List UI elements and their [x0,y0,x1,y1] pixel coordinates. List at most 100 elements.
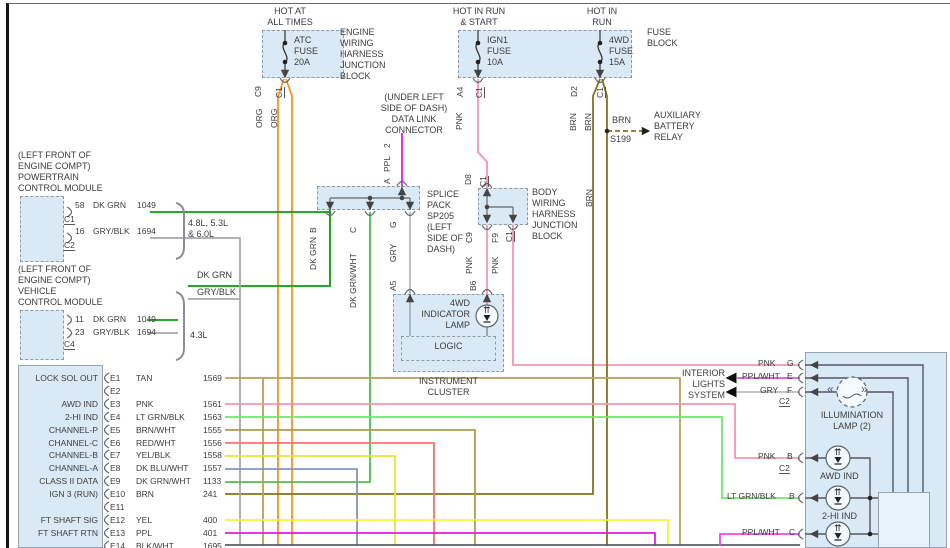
connector-row-text: 400 [203,515,217,525]
wire-ppl-401 [225,533,655,546]
logic-label: LOGIC [401,341,496,352]
diagram-label: LT GRN/BLK [727,491,776,501]
diagram-label: C4 [64,339,75,350]
engine-junction-block-label: ENGINE WIRING HARNESS JUNCTION BLOCK [340,27,386,82]
diagram-label: C1 [595,87,606,98]
diagram-label: » [861,384,868,394]
connector-row-text: E14 [110,541,125,548]
connector-row-label: CHANNEL-C [20,438,98,448]
diagram-label: 11 [75,314,84,324]
arrow-icon [810,530,818,538]
pin-mark [105,463,110,473]
splice-pack-label: SPLICE PACK SP205 (LEFT SIDE OF DASH) [427,189,463,255]
arrow-icon [483,215,491,223]
splice-dot [283,41,288,46]
atc-fuse-label: ATC FUSE 20A [294,35,318,68]
data-link-connector-label: (UNDER LEFT SIDE OF DASH) DATA LINK CONN… [368,92,460,136]
diagram-label: B [787,451,793,461]
diagram-label: 1049 [137,200,156,210]
diagram-label: C1 [274,87,285,98]
diagram-label: PNK [454,113,464,130]
lamp-arrows-icon: ⇈ [834,447,842,457]
arrow-icon [398,187,406,195]
wire-org-c1 [286,79,292,546]
diagram-label: C1 [504,231,515,242]
pin-mark [105,541,110,548]
splice-dot [485,205,490,210]
arrow-icon [810,494,818,502]
pin-mark [105,476,110,486]
arrow-icon [281,70,289,78]
s199-label: S199 [610,134,631,145]
arrow-icon [726,373,737,384]
splice-dot [400,196,405,201]
diagram-label: DK GRN [308,237,318,270]
diagram-label: PNK [758,451,775,461]
wire-org-c9 [278,79,284,546]
diagram-label: E [787,371,793,381]
diagram-label: G [388,221,398,228]
engine-small-label: 4.3L [190,330,208,341]
connector-row-text: 1695 [203,541,222,548]
connector-row-text: LT GRN/BLK [136,412,185,422]
wire-pnk-1561 [225,404,800,458]
diagram-label: B [308,227,318,233]
diagram-label: GRY [388,244,398,262]
pin-mark [105,412,110,422]
diagram-label: 1694 [137,226,156,236]
arrow-icon [810,388,818,396]
2hi-ind-label: 2-HI IND [822,511,857,522]
auxiliary-battery-relay-label: AUXILIARY BATTERY RELAY [654,110,701,143]
diagram-label: GRY/BLK [93,226,130,236]
connector-row-label: CHANNEL-P [20,425,98,435]
diagram-label: 16 [75,226,84,236]
connector-row-label: CLASS II DATA [20,476,98,486]
vcm-title: (LEFT FRONT OF ENGINE COMPT) VEHICLE CON… [18,264,103,308]
diagram-label: 1694 [137,327,156,337]
arrow-icon [474,70,482,78]
arrow-icon [509,215,517,223]
connector-row-text: E8 [110,463,120,473]
connector-row-text: E10 [110,489,125,499]
splice-dot [368,196,373,201]
splice-dot [868,496,873,501]
pin-mark [105,528,110,538]
diagram-label: BRN [584,189,594,207]
connector-row-text: BLK/WHT [136,541,174,548]
diagram-label: ORG [269,109,279,128]
connector-row-text: YEL [136,515,152,525]
diagram-label: GRY/BLK [93,327,130,337]
splice-dot [868,532,873,537]
connector-row-text: E9 [110,476,120,486]
arrow-icon [810,454,818,462]
wire-gryblk-trunk [150,238,240,546]
connector-row-text: TAN [136,373,152,383]
instrument-cluster-label: INSTRUMENT CLUSTER [393,376,504,398]
pin-mark [105,386,110,396]
lamp-arrows-icon: ⇈ [834,523,842,533]
fuse-element [283,43,287,62]
connector-row-text: BRN [136,489,154,499]
connector-row-text: YEL/BLK [136,450,171,460]
4wd-indicator-lamp-label: 4WD INDICATOR LAMP [413,298,470,331]
splice-dot [476,60,481,65]
diagram-label: 1049 [137,314,156,324]
splice-dot [283,60,288,65]
hot-in-run-start-label: HOT IN RUN & START [446,6,512,28]
connector-row-label: AWD IND [20,399,98,409]
body-junction-block-label: BODY WIRING HARNESS JUNCTION BLOCK [532,187,578,242]
diagram-label: PPL [382,156,392,172]
connector-row-text: 1555 [203,425,222,435]
connector-row-text: 1558 [203,450,222,460]
pin-mark [105,373,110,383]
diagram-label: C [348,227,358,233]
diagram-label: 58 [75,200,84,210]
connector-row-text: PNK [136,399,153,409]
diagram-label: A5 [388,281,398,291]
diagram-label: C2 [779,463,790,474]
diagram-label: C1 [478,176,489,187]
pin-mark [67,328,72,338]
connector-row-text: DK GRN/WHT [136,476,191,486]
diagram-label: A [382,178,392,184]
diagram-label: C1 [474,87,485,98]
